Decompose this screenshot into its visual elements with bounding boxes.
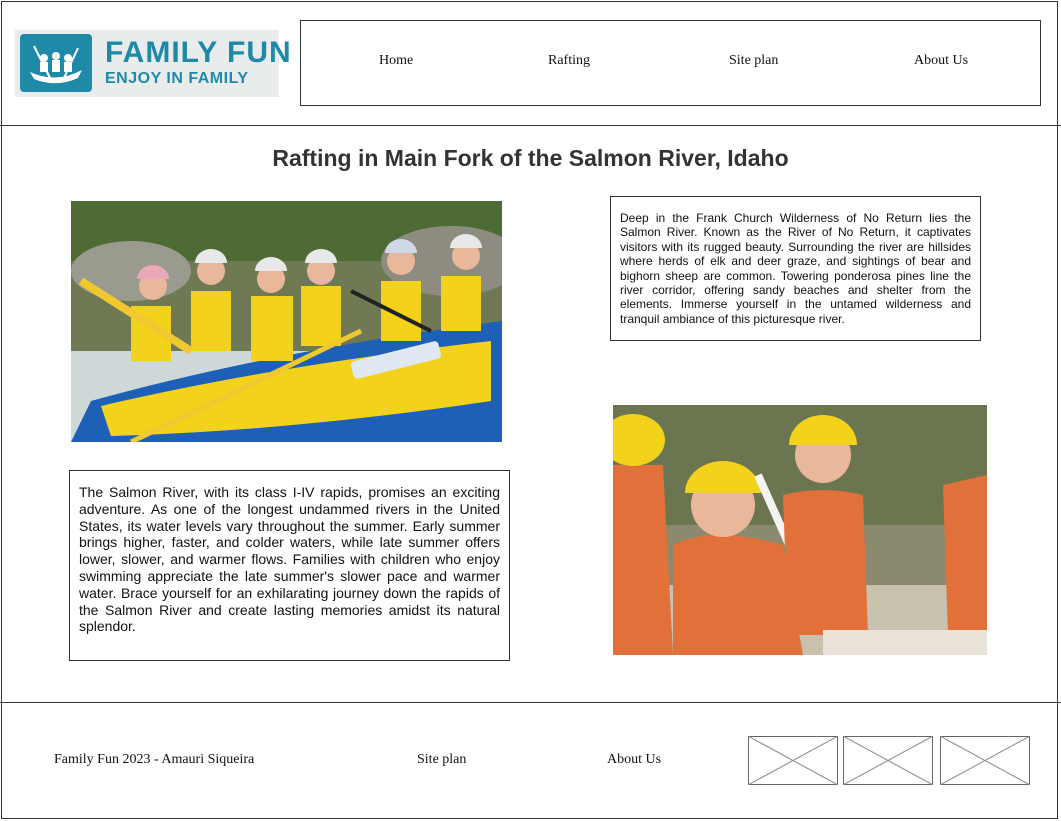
social-placeholder-2[interactable]: [842, 735, 934, 786]
river-description-top: Deep in the Frank Church Wilderness of N…: [610, 196, 981, 341]
footer-site-plan-link[interactable]: Site plan: [417, 752, 466, 768]
footer-divider: [0, 702, 1061, 703]
site-logo[interactable]: FAMILY FUN ENJOY IN FAMILY: [15, 30, 291, 97]
smiling-rafters-photo: [613, 405, 987, 655]
copyright-text: Family Fun 2023 - Amauri Siqueira: [54, 752, 255, 767]
main-nav: Home Rafting Site plan About Us: [300, 20, 1041, 106]
social-placeholder-1[interactable]: [747, 735, 839, 786]
page-title: Rafting in Main Fork of the Salmon River…: [272, 145, 789, 171]
river-description-bottom: The Salmon River, with its class I-IV ra…: [69, 470, 510, 661]
header-divider: [0, 125, 1061, 126]
family-rafting-photo: [71, 201, 502, 442]
nav-home-link[interactable]: Home: [379, 53, 413, 69]
footer-about-us-link[interactable]: About Us: [607, 752, 661, 768]
social-placeholder-3[interactable]: [939, 735, 1031, 786]
nav-site-plan-link[interactable]: Site plan: [729, 53, 778, 69]
logo-tagline: ENJOY IN FAMILY: [105, 70, 249, 87]
nav-rafting-link[interactable]: Rafting: [548, 53, 590, 69]
nav-about-us-link[interactable]: About Us: [914, 53, 968, 69]
logo-title: FAMILY FUN: [105, 36, 292, 69]
raft-logo-icon: [20, 34, 92, 92]
